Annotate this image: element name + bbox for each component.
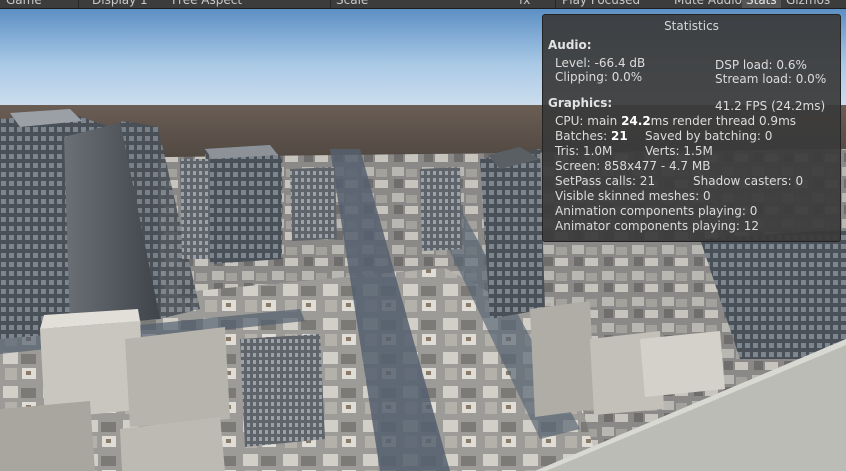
visible-skinned-meshes: Visible skinned meshes: 0	[555, 189, 711, 203]
fx-dropdown[interactable]: fx	[515, 0, 534, 8]
shadow-casters: Shadow casters: 0	[693, 174, 804, 188]
game-tab[interactable]: Game	[2, 0, 46, 8]
stats-toggle[interactable]: Stats	[742, 0, 781, 8]
aspect-dropdown[interactable]: Free Aspect	[168, 0, 246, 8]
cpu-suffix: ms render thread 0.9ms	[650, 114, 797, 128]
fps-readout: 41.2 FPS (24.2ms)	[715, 99, 826, 113]
audio-clipping: Clipping: 0.0%	[555, 70, 643, 84]
audio-dsp-load: DSP load: 0.6%	[715, 58, 807, 72]
setpass-calls: SetPass calls: 21	[555, 174, 656, 188]
toolbar-separator	[330, 0, 331, 8]
display-dropdown[interactable]: Display 1	[88, 0, 152, 8]
audio-level: Level: -66.4 dB	[555, 56, 646, 70]
cpu-main-value: 24.2	[621, 114, 651, 128]
graphics-heading: Graphics:	[548, 96, 613, 110]
toolbar-separator	[555, 0, 556, 8]
audio-stream-load: Stream load: 0.0%	[715, 72, 827, 86]
statistics-panel: Statistics Audio: Level: -66.4 dB Clippi…	[542, 14, 841, 242]
animator-components: Animator components playing: 12	[555, 219, 760, 233]
scale-label: Scale	[336, 0, 369, 7]
gizmos-dropdown[interactable]: Gizmos	[782, 0, 834, 8]
game-view-toolbar: Game Display 1 Free Aspect Scale fx Play…	[0, 0, 846, 9]
mute-audio-toggle[interactable]: Mute Audio	[670, 0, 746, 8]
cpu-prefix: CPU: main	[555, 114, 622, 128]
animation-components: Animation components playing: 0	[555, 204, 758, 218]
tris-count: Tris: 1.0M	[555, 144, 613, 158]
toolbar-separator	[78, 0, 79, 8]
saved-by-batching: Saved by batching: 0	[645, 129, 773, 143]
verts-count: Verts: 1.5M	[645, 144, 713, 158]
batches: Batches: 21	[555, 129, 628, 143]
batches-prefix: Batches:	[555, 129, 611, 143]
screen-info: Screen: 858x477 - 4.7 MB	[555, 159, 711, 173]
cpu-timing: CPU: main 24.2ms render thread 0.9ms	[555, 114, 796, 128]
audio-heading: Audio:	[548, 38, 592, 52]
statistics-title: Statistics	[664, 19, 719, 33]
play-mode-dropdown[interactable]: Play Focused	[558, 0, 644, 8]
batches-value: 21	[611, 129, 628, 143]
